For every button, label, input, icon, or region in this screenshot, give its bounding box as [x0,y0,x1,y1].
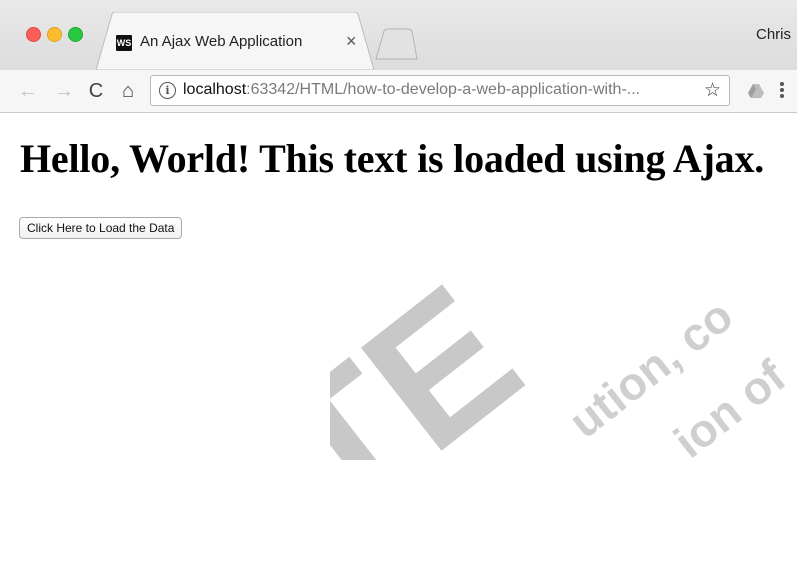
tab-title: An Ajax Web Application [140,33,303,50]
tab-strip: WS An Ajax Web Application × Chris [0,0,797,70]
browser-window: WS An Ajax Web Application × Chris ← → C… [0,0,797,571]
load-data-button[interactable]: Click Here to Load the Data [19,217,183,239]
forward-arrow-icon[interactable]: → [52,79,76,103]
tab-an-ajax-web-application[interactable]: WS An Ajax Web Application × [96,12,374,70]
more-menu-icon[interactable] [780,81,786,101]
new-tab-button[interactable] [374,28,418,60]
browser-toolbar: ← → C ⌂ i localhost:63342/HTML/how-to-de… [0,70,797,113]
site-info-icon[interactable]: i [159,82,176,99]
page-heading: Hello, World! This text is loaded using … [20,136,765,181]
minimize-window-button[interactable] [47,27,62,42]
zoom-window-button[interactable] [68,27,83,42]
bookmark-star-icon[interactable]: ☆ [704,79,721,102]
back-arrow-icon[interactable]: ← [16,79,40,103]
close-window-button[interactable] [26,27,41,42]
url-path: :63342/HTML/how-to-develop-a-web-applica… [246,81,641,98]
address-bar[interactable]: i localhost:63342/HTML/how-to-develop-a-… [150,75,730,106]
reload-icon[interactable]: C [84,79,108,103]
webstorm-favicon-icon: WS [116,35,132,51]
tab-close-icon[interactable]: × [346,32,357,50]
page-content: Hello, World! This text is loaded using … [0,113,797,571]
profile-name[interactable]: Chris [756,26,791,43]
google-drive-icon[interactable] [748,83,764,99]
url-host: localhost [183,81,247,98]
url-text[interactable]: localhost:63342/HTML/how-to-develop-a-we… [183,81,640,99]
home-icon[interactable]: ⌂ [116,79,140,103]
